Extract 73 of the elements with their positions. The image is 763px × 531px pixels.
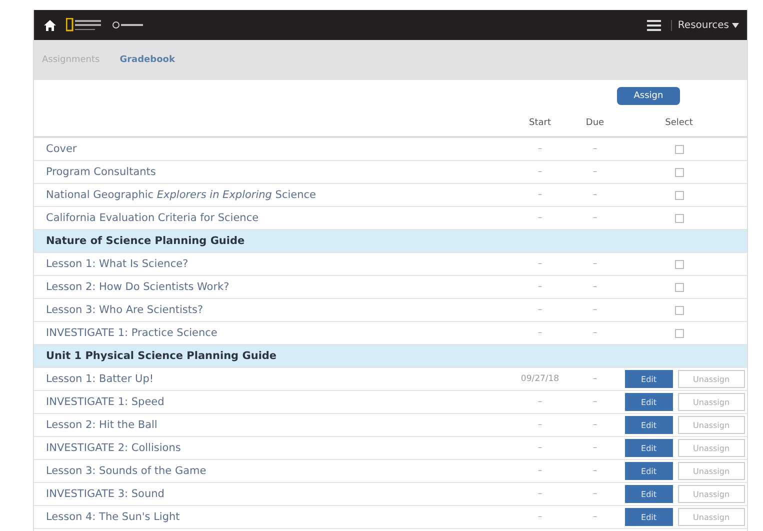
due-date: – bbox=[592, 489, 598, 499]
start-date: – bbox=[536, 420, 544, 430]
assignment-link[interactable]: Lesson 1: What Is Science? bbox=[46, 258, 515, 270]
breadcrumb-link[interactable]: Gradebook bbox=[120, 55, 175, 65]
assignment-link[interactable]: Lesson 3: Who Are Scientists? bbox=[46, 304, 515, 316]
edit-button[interactable]: Edit bbox=[625, 439, 673, 457]
start-date: – bbox=[536, 328, 544, 338]
assignment-link[interactable]: Lesson 3: Sounds of the Game bbox=[46, 465, 515, 477]
start-date: – bbox=[536, 144, 544, 154]
due-date: – bbox=[592, 259, 598, 269]
select-checkbox[interactable] bbox=[674, 306, 684, 314]
due-date: – bbox=[592, 466, 598, 476]
home-icon[interactable] bbox=[44, 20, 56, 30]
assignment-link[interactable]: Program Consultants bbox=[46, 166, 515, 178]
assignment-link[interactable]: INVESTIGATE 3: Sound bbox=[46, 488, 515, 500]
assignment-link[interactable]: Lesson 4: The Sun's Light bbox=[46, 511, 515, 523]
select-checkbox[interactable] bbox=[674, 168, 684, 176]
edit-button[interactable]: Edit bbox=[625, 393, 673, 411]
start-date: – bbox=[536, 259, 544, 269]
menu-icon[interactable] bbox=[646, 20, 661, 30]
select-checkbox[interactable] bbox=[674, 328, 684, 338]
resources-menu[interactable]: Resources bbox=[670, 20, 739, 30]
due-date: – bbox=[592, 374, 598, 384]
start-date: 09/27/18 bbox=[520, 374, 560, 384]
due-date: – bbox=[592, 397, 598, 407]
due-date: – bbox=[592, 144, 598, 154]
edit-button[interactable]: Edit bbox=[625, 508, 673, 526]
cengage-logo-icon bbox=[112, 20, 144, 30]
edit-button[interactable]: Edit bbox=[625, 485, 673, 503]
start-date: – bbox=[536, 305, 544, 315]
due-date: – bbox=[592, 305, 598, 315]
due-date: – bbox=[592, 420, 598, 430]
due-date: – bbox=[592, 512, 598, 522]
assignment-link[interactable]: INVESTIGATE 1: Speed bbox=[46, 396, 515, 408]
due-date: – bbox=[592, 167, 598, 177]
start-date: – bbox=[536, 466, 544, 476]
due-date: – bbox=[592, 190, 598, 200]
edit-button[interactable]: Edit bbox=[625, 370, 673, 388]
assignment-link[interactable]: National Geographic Explorers in Exploring Science bbox=[46, 189, 515, 201]
assignment-link[interactable]: Lesson 2: How Do Scientists Work? bbox=[46, 281, 515, 293]
start-date: – bbox=[536, 213, 544, 223]
start-date: – bbox=[536, 397, 544, 407]
section-title: Nature of Science Planning Guide bbox=[46, 235, 246, 247]
select-checkbox[interactable] bbox=[674, 214, 684, 222]
select-checkbox[interactable] bbox=[674, 260, 684, 268]
assign-button[interactable]: Assign bbox=[617, 87, 680, 105]
select-checkbox[interactable] bbox=[674, 190, 684, 200]
edit-button[interactable]: Edit bbox=[625, 416, 673, 434]
assignment-link[interactable]: Lesson 2: Hit the Ball bbox=[46, 419, 515, 431]
start-date: – bbox=[536, 190, 544, 200]
start-date: – bbox=[536, 282, 544, 292]
column-header: Select bbox=[664, 118, 694, 128]
section-title: Unit 1 Physical Science Planning Guide bbox=[46, 350, 278, 362]
select-checkbox[interactable] bbox=[674, 282, 684, 292]
logo-icon bbox=[66, 18, 102, 32]
start-date: – bbox=[536, 489, 544, 499]
assignment-link[interactable]: INVESTIGATE 2: Collisions bbox=[46, 442, 515, 454]
start-date: – bbox=[536, 512, 544, 522]
due-date: – bbox=[592, 213, 598, 223]
assignment-link[interactable]: California Evaluation Criteria for Science bbox=[46, 212, 515, 224]
edit-button[interactable]: Edit bbox=[625, 462, 673, 480]
due-date: – bbox=[592, 328, 598, 338]
due-date: – bbox=[592, 282, 598, 292]
select-checkbox[interactable] bbox=[674, 144, 684, 154]
start-date: – bbox=[536, 443, 544, 453]
caret-icon bbox=[732, 22, 739, 28]
assignment-link[interactable]: Cover bbox=[46, 143, 515, 155]
column-header: Due bbox=[584, 118, 606, 128]
start-date: – bbox=[536, 167, 544, 177]
assignment-link[interactable]: Lesson 1: Batter Up! bbox=[46, 373, 515, 385]
assignment-link[interactable]: INVESTIGATE 1: Practice Science bbox=[46, 327, 515, 339]
due-date: – bbox=[592, 443, 598, 453]
column-header: Start bbox=[528, 118, 552, 128]
